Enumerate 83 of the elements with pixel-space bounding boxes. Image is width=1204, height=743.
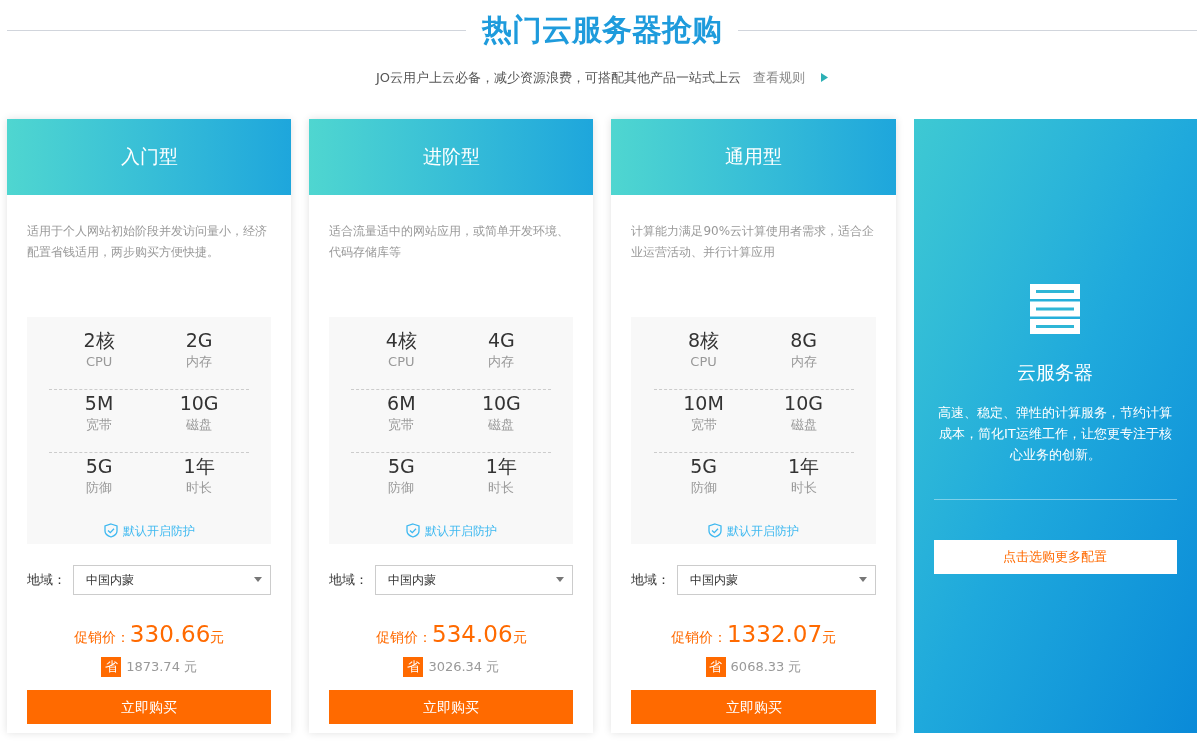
spec-label: 磁盘 [186, 415, 213, 434]
caret-icon [556, 577, 565, 582]
price-label: 促销价： [671, 627, 727, 647]
spec-value: 10G [784, 390, 823, 415]
spec-value: 6M [387, 390, 416, 415]
spec-label: CPU [388, 352, 415, 371]
spec-value: 5G [387, 453, 415, 478]
saving-amount: 6068.33 元 [730, 658, 802, 677]
plan-description: 计算能力满足90%云计算使用者需求，适合企业运营活动、并行计算应用 [631, 222, 876, 261]
spec-value: 2核 [83, 327, 115, 352]
save-badge: 省 [403, 657, 424, 677]
spec-label: 磁盘 [488, 415, 515, 434]
subtitle: JO云用户上云必备，减少资源浪费，可搭配其他产品一站式上云 [375, 69, 742, 87]
spec-value: 5G [690, 453, 717, 478]
protection-note: 默认开启防护 [122, 522, 195, 540]
spec-label: 宽带 [388, 415, 415, 434]
spec-label: 内存 [488, 352, 515, 371]
buy-button[interactable]: 立即购买 [631, 690, 876, 724]
spec-value: 5G [85, 453, 113, 478]
buy-button[interactable]: 立即购买 [27, 690, 272, 724]
save-badge: 省 [705, 657, 726, 677]
spec-value: 1年 [485, 453, 517, 478]
save-badge: 省 [101, 657, 122, 677]
spec-label: 防御 [388, 478, 415, 497]
more-config-button[interactable]: 点击选购更多配置 [933, 540, 1177, 574]
spec-label: CPU [85, 352, 113, 371]
region-label: 地域： [329, 570, 370, 589]
caret-icon [254, 577, 263, 582]
price-unit: 元 [512, 627, 527, 647]
shield-check-icon [103, 523, 118, 538]
region-dropdown[interactable]: 中国内蒙 [677, 564, 876, 595]
price-label: 促销价： [376, 627, 433, 647]
spec-label: 内存 [790, 352, 817, 371]
region-label: 地域： [27, 570, 67, 589]
spec-value: 4核 [385, 327, 417, 352]
spec-value: 1年 [183, 453, 215, 478]
price-value: 330.66 [129, 619, 211, 649]
triangle-icon [821, 73, 829, 83]
section-title: 热门云服务器抢购 [482, 11, 722, 49]
spec-value: 4G [487, 327, 515, 352]
spec-label: 宽带 [690, 415, 717, 434]
region-dropdown[interactable]: 中国内蒙 [73, 564, 272, 595]
plan-description: 适用于个人网站初始阶段并发访问量小，经济配置省钱适用，两步购买方便快捷。 [27, 222, 268, 261]
spec-label: 时长 [186, 478, 213, 497]
spec-value: 5M [84, 390, 114, 415]
spec-label: 防御 [86, 478, 113, 497]
region-dropdown[interactable]: 中国内蒙 [375, 564, 574, 595]
spec-label: 时长 [790, 478, 817, 497]
saving-amount: 3026.34 元 [428, 658, 500, 677]
price-unit: 元 [822, 627, 837, 647]
shield-check-icon [708, 523, 723, 538]
promo-description: 高速、稳定、弹性的计算服务，节约计算成本，简化IT运维工作，让您更专注于核心业务的创新。 [937, 404, 1174, 464]
region-label: 地域： [631, 570, 672, 589]
saving-amount: 1873.74 元 [126, 658, 198, 677]
spec-value: 10G [481, 390, 521, 415]
rules-link[interactable]: 查看规则 [753, 68, 806, 88]
caret-icon [858, 577, 867, 582]
plan-description: 适合流量适中的网站应用，或简单开发环境、代码存储库等 [329, 222, 571, 261]
promo-title: 云服务器 [1017, 359, 1094, 385]
protection-note: 默认开启防护 [727, 522, 800, 540]
price-value: 1332.07 [727, 619, 823, 649]
price-unit: 元 [210, 627, 225, 647]
spec-label: 磁盘 [790, 415, 817, 434]
plan-name: 入门型 [120, 144, 178, 170]
price-value: 534.06 [432, 619, 513, 649]
spec-value: 2G [185, 327, 213, 352]
spec-label: 宽带 [86, 415, 113, 434]
plan-name: 进阶型 [422, 144, 480, 170]
buy-button[interactable]: 立即购买 [329, 690, 574, 724]
spec-value: 8核 [688, 327, 720, 352]
spec-value: 10M [683, 390, 724, 415]
spec-label: CPU [690, 352, 717, 371]
server-icon [1030, 283, 1081, 334]
price-label: 促销价： [73, 627, 130, 647]
protection-note: 默认开启防护 [424, 522, 497, 540]
spec-value: 1年 [788, 453, 820, 478]
spec-label: 防御 [690, 478, 717, 497]
spec-label: 时长 [488, 478, 515, 497]
spec-value: 8G [790, 327, 817, 352]
shield-check-icon [405, 523, 420, 538]
plan-name: 通用型 [725, 144, 783, 170]
spec-label: 内存 [186, 352, 213, 371]
spec-value: 10G [179, 390, 219, 415]
